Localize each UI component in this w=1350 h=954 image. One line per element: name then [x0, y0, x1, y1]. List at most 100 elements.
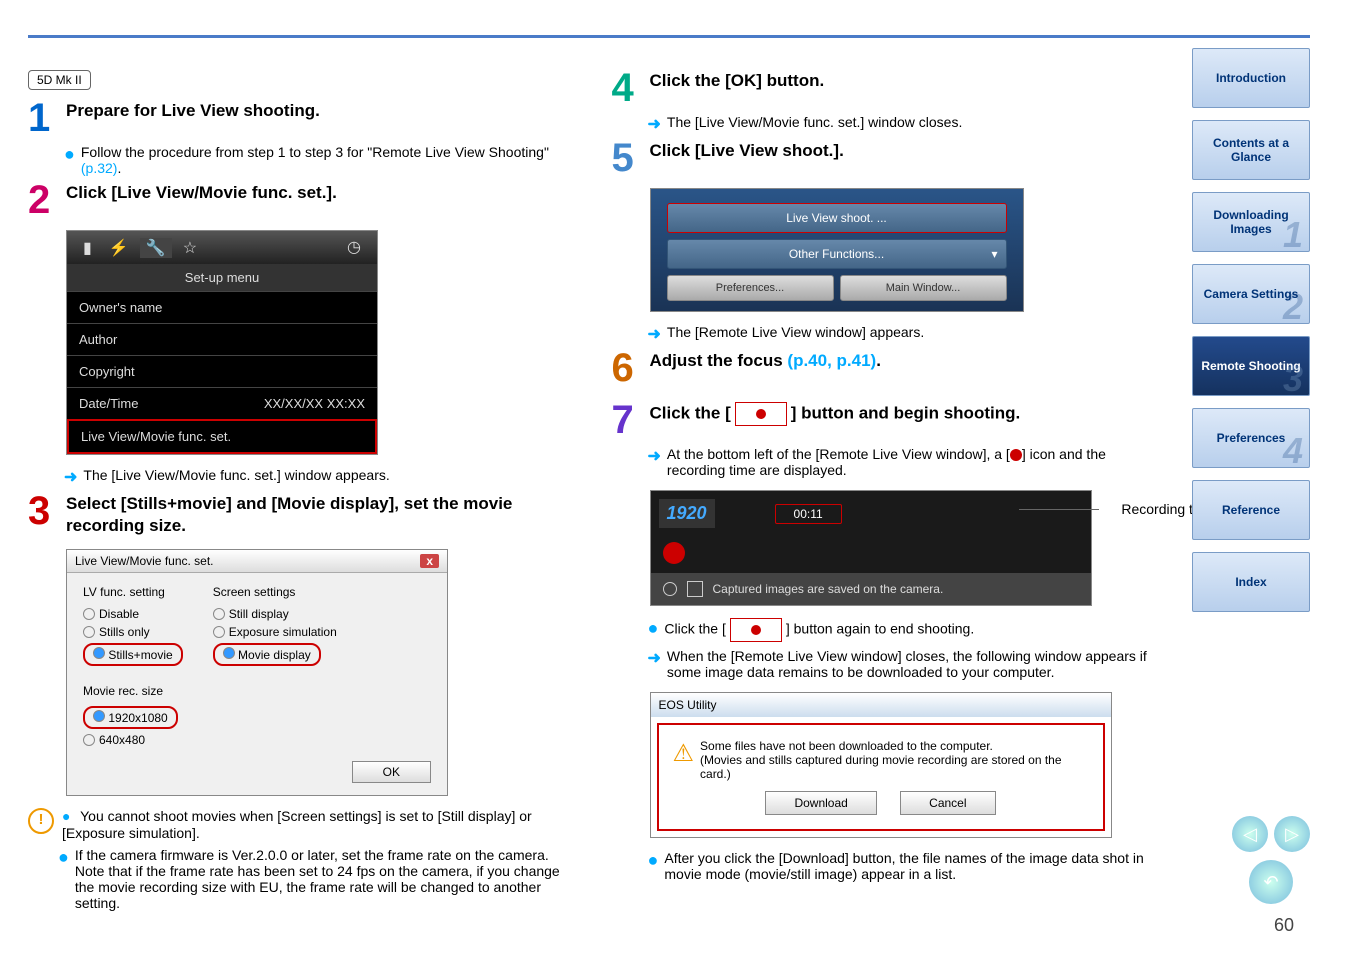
step-number-5: 5	[612, 140, 646, 176]
eos-utility-dialog: EOS Utility ⚠ Some files have not been d…	[650, 692, 1112, 838]
cancel-button[interactable]: Cancel	[900, 791, 995, 815]
bullet-icon: ●	[648, 618, 659, 642]
end-shooting-text: Click the [] button again to end shootin…	[664, 618, 974, 642]
nav-next-icon[interactable]: ▷	[1274, 816, 1310, 852]
menu-row-datetime: Date/TimeXX/XX/XX XX:XX	[67, 387, 377, 419]
ok-button[interactable]: OK	[352, 761, 431, 783]
sd-card-icon	[687, 581, 703, 597]
record-button-icon	[735, 402, 787, 426]
close-icon[interactable]: x	[420, 554, 439, 568]
step3-title: Select [Stills+movie] and [Movie display…	[66, 493, 582, 537]
menu-row-owner: Owner's name	[67, 291, 377, 323]
download-button[interactable]: Download	[765, 791, 876, 815]
bullet-icon: ●	[62, 808, 70, 824]
recording-indicator-icon	[663, 542, 685, 564]
step6-title: Adjust the focus (p.40, p.41).	[650, 350, 1166, 372]
step-number-6: 6	[612, 350, 646, 386]
opt-640[interactable]: 640x480	[83, 733, 431, 747]
sidebar-item-reference[interactable]: Reference	[1192, 480, 1310, 540]
lv-func-dialog: Live View/Movie func. set. x LV func. set…	[66, 549, 448, 796]
step5-result: The [Remote Live View window] appears.	[667, 324, 924, 344]
live-view-panel: Live View shoot. ... Other Functions...▾…	[650, 188, 1024, 312]
opt-still-display[interactable]: Still display	[213, 607, 337, 621]
page-link-40-41[interactable]: (p.40, p.41)	[787, 351, 876, 370]
flash-tab-icon: ⚡	[103, 238, 135, 258]
menu-row-liveview: Live View/Movie func. set.	[67, 419, 377, 454]
movie-rec-size-label: Movie rec. size	[83, 684, 431, 698]
preferences-button[interactable]: Preferences...	[667, 275, 834, 301]
warning-text-1: You cannot shoot movies when [Screen set…	[62, 808, 532, 841]
arrow-icon: ➜	[648, 648, 661, 680]
tools-tab-icon: 🔧	[140, 238, 172, 258]
sidebar-item-downloading[interactable]: Downloading Images1	[1192, 192, 1310, 252]
sidebar-item-contents[interactable]: Contents at a Glance	[1192, 120, 1310, 180]
step1-bullet: Follow the procedure from step 1 to step…	[81, 144, 582, 176]
arrow-icon: ➜	[648, 324, 661, 344]
save-caption: Captured images are saved on the camera.	[713, 582, 944, 596]
record-dot-icon	[1010, 449, 1022, 461]
step-number-4: 4	[612, 70, 646, 106]
page-link-32[interactable]: (p.32)	[81, 160, 118, 176]
clock-tab-icon: ◷	[341, 237, 367, 257]
step1-title: Prepare for Live View shooting.	[66, 100, 582, 122]
step-number-1: 1	[28, 100, 62, 136]
opt-stills-movie[interactable]: Stills+movie	[83, 643, 183, 666]
sidebar-item-index[interactable]: Index	[1192, 552, 1310, 612]
lv-func-label: LV func. setting	[83, 585, 183, 599]
sidebar-item-preferences[interactable]: Preferences4	[1192, 408, 1310, 468]
step7-title: Click the [] button and begin shooting.	[650, 402, 1166, 426]
warning-triangle-icon: ⚠	[673, 739, 695, 768]
star-tab-icon: ☆	[177, 238, 203, 258]
nav-prev-icon[interactable]: ◁	[1232, 816, 1268, 852]
page-number: 60	[1274, 915, 1294, 936]
step-number-7: 7	[612, 402, 646, 438]
sidebar-nav: Introduction Contents at a Glance Downlo…	[1192, 48, 1310, 624]
recording-panel: 1920 00:11 Captured images are saved on …	[650, 490, 1092, 606]
close-window-text: When the [Remote Live View window] close…	[667, 648, 1165, 680]
opt-1920[interactable]: 1920x1080	[83, 706, 431, 729]
record-button-icon	[730, 618, 782, 642]
eos-msg2: (Movies and stills captured during movie…	[700, 753, 1088, 781]
step2-title: Click [Live View/Movie func. set.].	[66, 182, 582, 204]
main-window-button[interactable]: Main Window...	[840, 275, 1007, 301]
arrow-icon: ➜	[64, 467, 77, 487]
warning-text-2: If the camera firmware is Ver.2.0.0 or l…	[75, 847, 582, 911]
step5-title: Click [Live View shoot.].	[650, 140, 1166, 162]
sidebar-item-camera-settings[interactable]: Camera Settings2	[1192, 264, 1310, 324]
step4-result: The [Live View/Movie func. set.] window …	[667, 114, 962, 134]
setup-menu-screenshot: ▮ ⚡ 🔧 ☆ ◷ Set-up menu Owner's name Autho…	[66, 230, 378, 455]
opt-movie-display[interactable]: Movie display	[213, 643, 337, 666]
recording-timer: 00:11	[775, 504, 842, 524]
top-divider	[28, 35, 1310, 38]
dropdown-icon: ▾	[991, 247, 997, 261]
bullet-icon: ●	[64, 144, 75, 176]
step4-title: Click the [OK] button.	[650, 70, 1166, 92]
warning-icon: !	[28, 808, 54, 834]
bullet-icon: ●	[648, 850, 659, 882]
step-number-3: 3	[28, 493, 62, 529]
camera-tab-icon: ▮	[77, 238, 98, 258]
screen-settings-label: Screen settings	[213, 585, 337, 599]
eos-dialog-title: EOS Utility	[651, 693, 1111, 717]
eos-msg1: Some files have not been downloaded to t…	[700, 739, 1088, 753]
menu-row-author: Author	[67, 323, 377, 355]
step7-bullet1: At the bottom left of the [Remote Live V…	[667, 446, 1165, 478]
bullet-icon: ●	[58, 847, 69, 911]
nav-back-icon[interactable]: ↶	[1249, 860, 1293, 904]
opt-exposure-sim[interactable]: Exposure simulation	[213, 625, 337, 639]
circle-icon	[663, 582, 677, 596]
opt-disable[interactable]: Disable	[83, 607, 183, 621]
after-download-text: After you click the [Download] button, t…	[664, 850, 1165, 882]
arrow-icon: ➜	[648, 114, 661, 134]
resolution-badge: 1920	[659, 499, 715, 528]
step-number-2: 2	[28, 182, 62, 218]
opt-stills-only[interactable]: Stills only	[83, 625, 183, 639]
setup-menu-title: Set-up menu	[67, 264, 377, 291]
dialog-title: Live View/Movie func. set.	[75, 554, 214, 568]
arrow-icon: ➜	[648, 446, 661, 478]
other-functions-button[interactable]: Other Functions...▾	[667, 239, 1007, 269]
sidebar-item-remote-shooting[interactable]: Remote Shooting3	[1192, 336, 1310, 396]
live-view-shoot-button[interactable]: Live View shoot. ...	[667, 203, 1007, 233]
step2-result: The [Live View/Movie func. set.] window …	[83, 467, 389, 487]
sidebar-item-introduction[interactable]: Introduction	[1192, 48, 1310, 108]
